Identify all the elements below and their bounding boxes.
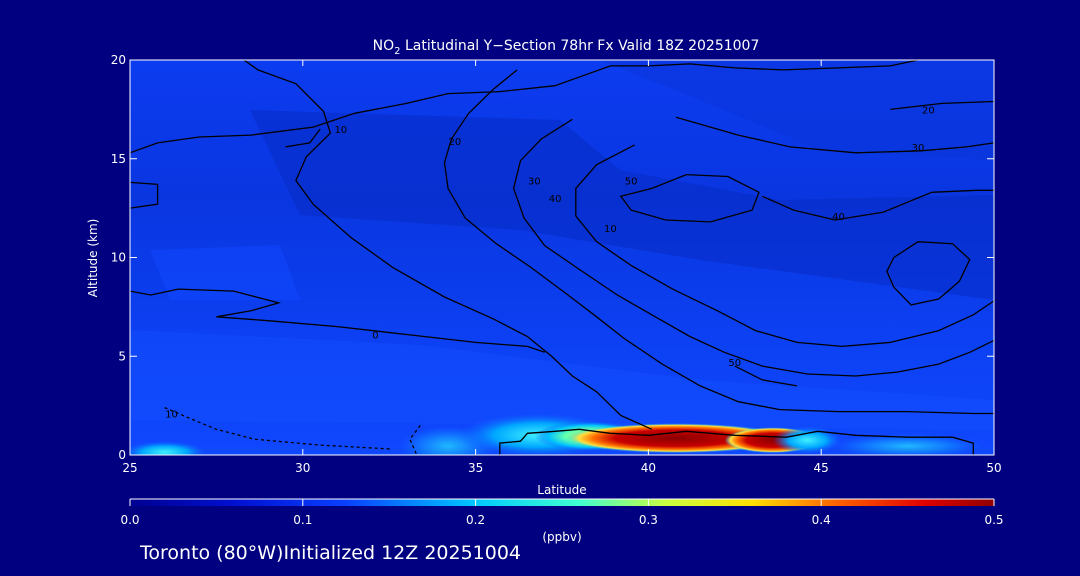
colorbar-gradient: [130, 499, 994, 506]
contour-label: 30: [528, 176, 541, 187]
contour-label: 10: [165, 409, 178, 420]
x-tick-label: 35: [468, 461, 483, 475]
contour-label: 40: [832, 212, 845, 223]
contour-label: 10: [334, 125, 347, 136]
contour-label: 20: [922, 105, 935, 116]
no2-field-light-band: [150, 245, 300, 300]
contour-label: 0: [372, 330, 378, 341]
y-tick-label: 10: [111, 251, 126, 265]
y-axis-label: Altitude (km): [86, 219, 100, 298]
no2-hotspot: [130, 441, 207, 455]
x-tick-label: 40: [641, 461, 656, 475]
x-tick-label: 45: [814, 461, 829, 475]
colorbar-tick-label: 0.3: [639, 513, 658, 527]
y-tick-label: 5: [118, 349, 126, 363]
contour-label: 50: [728, 358, 741, 369]
x-axis-label: Latitude: [537, 483, 586, 497]
colorbar-tick-label: 0.0: [120, 513, 139, 527]
contour-label: 20: [448, 137, 461, 148]
y-tick-label: 20: [111, 53, 126, 67]
footer-caption: Toronto (80°W)Initialized 12Z 20251004: [140, 542, 521, 564]
x-tick-label: 25: [122, 461, 137, 475]
y-tick-label: 0: [118, 448, 126, 462]
colorbar-tick-label: 0.5: [984, 513, 1003, 527]
plot-area: 0 10 10 20 20 30 30 40 40 50 50 10: [130, 60, 994, 455]
no2-hotspot: [772, 426, 842, 455]
contour-label: 40: [549, 194, 562, 205]
colorbar-tick-label: 0.1: [293, 513, 312, 527]
colorbar-tick-label: 0.4: [812, 513, 831, 527]
footer-location: Toronto (80°W): [140, 542, 284, 564]
x-tick-label: 30: [295, 461, 310, 475]
no2-cross-section-chart: NO2 Latitudinal Y−Section 78hr Fx Valid …: [86, 38, 1004, 544]
colorbar-unit: (ppbv): [542, 530, 581, 544]
footer-initialized: Initialized 12Z 20251004: [283, 542, 522, 564]
y-tick-label: 15: [111, 152, 126, 166]
x-tick-label: 50: [986, 461, 1001, 475]
colorbar: 0.0 0.1 0.2 0.3 0.4 0.5 (ppbv): [120, 498, 1004, 544]
colorbar-tick-label: 0.2: [466, 513, 485, 527]
contour-label: 50: [625, 176, 638, 187]
contour-label: 30: [912, 143, 925, 154]
chart-title: NO2 Latitudinal Y−Section 78hr Fx Valid …: [373, 38, 760, 57]
contour-label: 10: [604, 224, 617, 235]
